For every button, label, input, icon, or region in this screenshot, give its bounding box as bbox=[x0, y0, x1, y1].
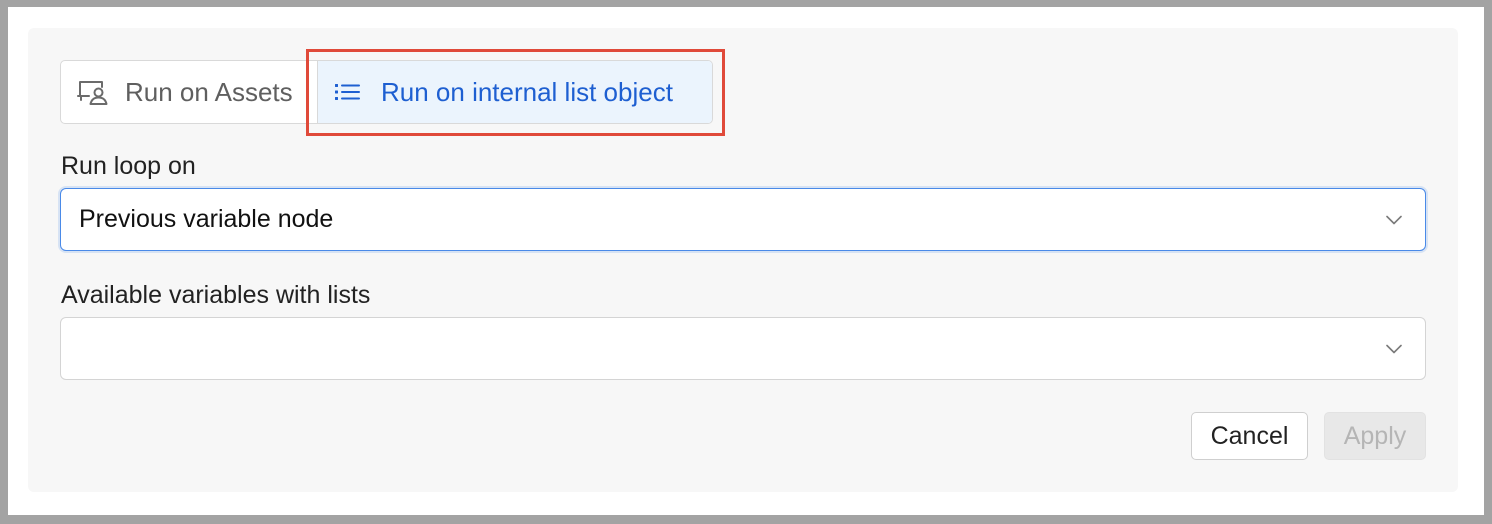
list-icon bbox=[335, 83, 361, 101]
run-mode-segmented-control: Run on Assets Run on internal list objec… bbox=[60, 60, 713, 124]
run-on-internal-list-label: Run on internal list object bbox=[381, 76, 673, 107]
available-variables-select[interactable] bbox=[60, 317, 1426, 380]
run-loop-on-label: Run loop on bbox=[61, 152, 196, 180]
apply-button: Apply bbox=[1324, 412, 1426, 460]
available-variables-label: Available variables with lists bbox=[61, 281, 371, 309]
cancel-button[interactable]: Cancel bbox=[1191, 412, 1308, 460]
run-on-internal-list-option[interactable]: Run on internal list object bbox=[318, 61, 712, 123]
run-loop-on-value: Previous variable node bbox=[79, 205, 334, 233]
chevron-down-icon bbox=[1385, 214, 1403, 226]
run-on-assets-option[interactable]: Run on Assets bbox=[61, 61, 318, 123]
chevron-down-icon bbox=[1385, 343, 1403, 355]
asset-user-icon bbox=[77, 78, 111, 106]
run-loop-on-select[interactable]: Previous variable node bbox=[60, 188, 1426, 251]
run-on-assets-label: Run on Assets bbox=[125, 76, 293, 107]
